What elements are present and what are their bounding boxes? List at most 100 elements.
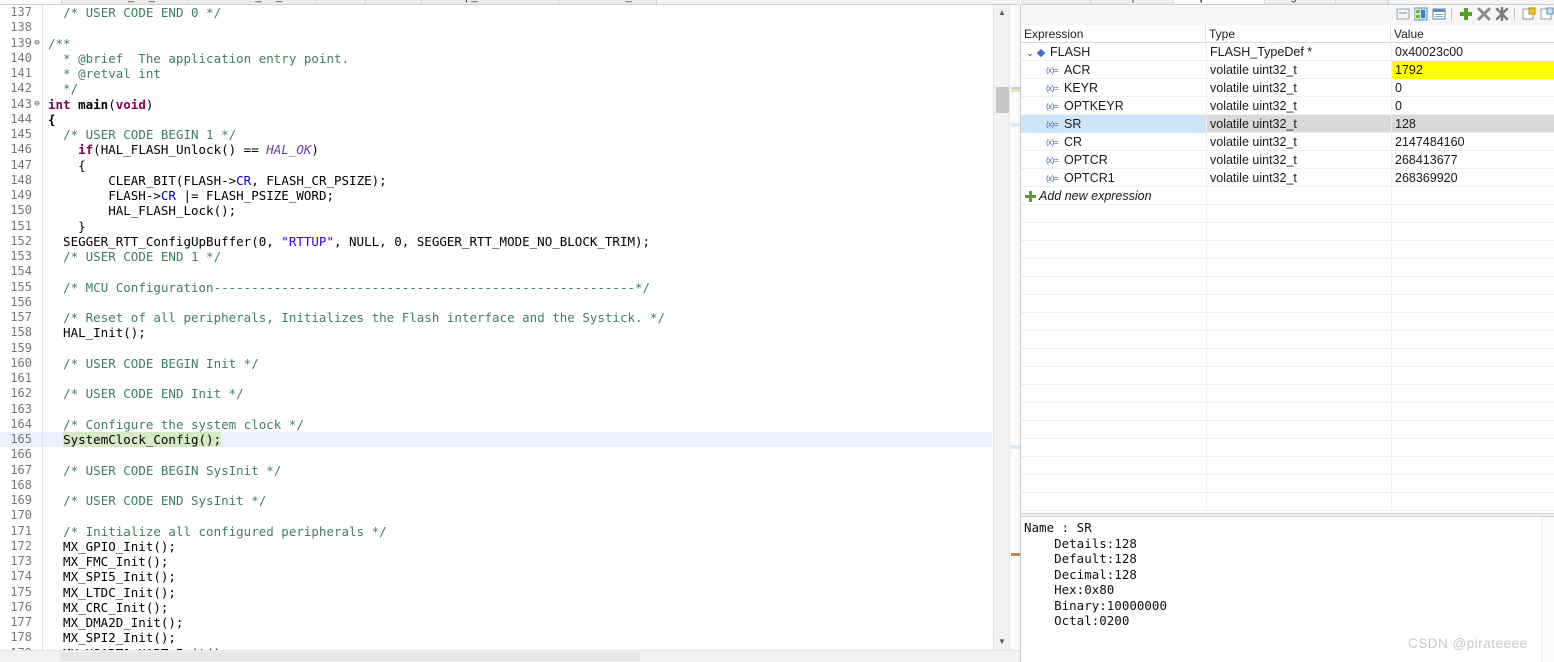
code-line[interactable]: 150 HAL_FLASH_Lock(); [0, 203, 992, 219]
code-line[interactable]: 147 { [0, 157, 992, 173]
expression-value-cell[interactable]: 128 [1391, 115, 1554, 133]
code-line[interactable]: 173 MX_FMC_Init(); [0, 554, 992, 570]
code-line[interactable]: 163 [0, 401, 992, 417]
expression-name-cell[interactable]: (x)= OPTCR1 [1021, 169, 1206, 187]
code-line[interactable]: 168 [0, 477, 992, 493]
code-line[interactable]: 157 /* Reset of all peripherals, Initial… [0, 310, 992, 326]
fold-collapse-icon[interactable]: ⊖ [32, 36, 42, 51]
remove-expression-icon[interactable] [1475, 7, 1491, 23]
scroll-down-arrow-icon[interactable]: ▼ [994, 634, 1010, 650]
expression-row[interactable]: (x)= SR volatile uint32_t 128 [1021, 115, 1554, 133]
empty-value-cell [1391, 403, 1554, 421]
expression-name-cell[interactable]: (x)= KEYR [1021, 79, 1206, 97]
code-lines[interactable]: 137 /* USER CODE END 0 */138 139 ⊖/** 140 *… [0, 5, 992, 650]
expression-row[interactable]: (x)= ACR volatile uint32_t 1792 [1021, 61, 1554, 79]
gutter-separator [42, 340, 48, 356]
add-new-expression-cell[interactable]: Add new expression [1021, 187, 1206, 205]
column-header-expression[interactable]: Expression [1021, 25, 1206, 43]
expressions-table-body[interactable]: ⌄ FLASH FLASH_TypeDef * 0x40023c00 (x)= ACR vo… [1021, 43, 1554, 513]
code-text: /* USER CODE END SysInit */ [48, 493, 266, 508]
editor-overview-ruler[interactable] [1009, 5, 1020, 650]
expression-value-cell[interactable]: 268369920 [1391, 169, 1554, 187]
expression-value-cell[interactable]: 1792 [1391, 61, 1554, 79]
code-line[interactable]: 167 /* USER CODE BEGIN SysInit */ [0, 462, 992, 478]
code-line[interactable]: 174 MX_SPI5_Init(); [0, 569, 992, 585]
expression-name-cell[interactable]: (x)= SR [1021, 115, 1206, 133]
code-line[interactable]: 176 MX_CRC_Init(); [0, 599, 992, 615]
code-line[interactable]: 165 SystemClock_Config(); [0, 432, 992, 448]
code-line[interactable]: 177 MX_DMA2D_Init(); [0, 615, 992, 631]
code-token: /* USER CODE BEGIN SysInit */ [63, 462, 282, 478]
show-type-names-icon[interactable] [1412, 7, 1428, 23]
code-line[interactable]: 151 } [0, 218, 992, 234]
new-watchlist-icon[interactable] [1520, 7, 1536, 23]
expression-value-cell[interactable]: 0 [1391, 97, 1554, 115]
fold-collapse-icon[interactable]: ⊖ [32, 97, 42, 112]
code-line[interactable]: 159 [0, 340, 992, 356]
code-line[interactable]: 152 SEGGER_RTT_ConfigUpBuffer(0, "RTTUP"… [0, 233, 992, 249]
code-line[interactable]: 142 */ [0, 81, 992, 97]
column-header-value[interactable]: Value [1391, 25, 1554, 43]
show-details-pane-icon[interactable] [1430, 7, 1446, 23]
expression-row[interactable]: (x)= KEYR volatile uint32_t 0 [1021, 79, 1554, 97]
add-new-expression-row[interactable]: Add new expression [1021, 187, 1554, 205]
code-line[interactable]: 153 /* USER CODE END 1 */ [0, 249, 992, 265]
code-line[interactable]: 148 CLEAR_BIT(FLASH->CR, FLASH_CR_PSIZE)… [0, 172, 992, 188]
view-menu-icon[interactable] [1538, 7, 1554, 23]
code-editor[interactable]: 137 /* USER CODE END 0 */138 139 ⊖/** 140 *… [0, 5, 992, 650]
code-line[interactable]: 156 [0, 294, 992, 310]
code-line[interactable]: 162 /* USER CODE END Init */ [0, 386, 992, 402]
code-line[interactable]: 154 [0, 264, 992, 280]
code-line[interactable]: 166 [0, 447, 992, 463]
expression-value-cell[interactable]: 2147484160 [1391, 133, 1554, 151]
expression-value-cell[interactable]: 0 [1391, 79, 1554, 97]
editor-vertical-scrollbar[interactable]: ▲ ▼ [993, 5, 1009, 650]
code-line[interactable]: 137 /* USER CODE END 0 */ [0, 5, 992, 21]
expression-row[interactable]: (x)= OPTKEYR volatile uint32_t 0 [1021, 97, 1554, 115]
code-line[interactable]: 175 MX_LTDC_Init(); [0, 584, 992, 600]
editor-hscrollbar-thumb[interactable] [60, 652, 640, 661]
code-line[interactable]: 138 [0, 20, 992, 36]
expression-name-cell[interactable]: (x)= ACR [1021, 61, 1206, 79]
expression-name-cell[interactable]: (x)= OPTCR [1021, 151, 1206, 169]
expression-row[interactable]: (x)= CR volatile uint32_t 2147484160 [1021, 133, 1554, 151]
code-text: /* USER CODE END Init */ [48, 386, 244, 401]
code-line[interactable]: 161 [0, 371, 992, 387]
column-header-type[interactable]: Type [1206, 25, 1391, 43]
code-line[interactable]: 145 /* USER CODE BEGIN 1 */ [0, 127, 992, 143]
expression-row[interactable]: ⌄ FLASH FLASH_TypeDef * 0x40023c00 [1021, 43, 1554, 61]
add-expression-icon[interactable] [1457, 7, 1473, 23]
code-line[interactable]: 155 /* MCU Configuration----------------… [0, 279, 992, 295]
expression-name-cell[interactable]: (x)= CR [1021, 133, 1206, 151]
scroll-up-arrow-icon[interactable]: ▲ [994, 5, 1010, 21]
code-line[interactable]: 139 ⊖ /** [0, 35, 992, 51]
empty-row [1021, 331, 1554, 349]
code-line[interactable]: 146 if(HAL_FLASH_Unlock() == HAL_OK) [0, 142, 992, 158]
code-line[interactable]: 170 [0, 508, 992, 524]
code-line[interactable]: 141 * @retval int [0, 66, 992, 82]
code-line[interactable]: 143 ⊖ int main(void) [0, 96, 992, 112]
expression-value-cell[interactable]: 268413677 [1391, 151, 1554, 169]
expression-name-cell[interactable]: ⌄ FLASH [1021, 43, 1206, 61]
code-line[interactable]: 140 * @brief The application entry point… [0, 50, 992, 66]
expression-row[interactable]: (x)= OPTCR volatile uint32_t 268413677 [1021, 151, 1554, 169]
code-line[interactable]: 149 FLASH->CR |= FLASH_PSIZE_WORD; [0, 188, 992, 204]
code-line[interactable]: 169 /* USER CODE END SysInit */ [0, 493, 992, 509]
expression-name-cell[interactable]: (x)= OPTKEYR [1021, 97, 1206, 115]
code-line[interactable]: 144 { [0, 111, 992, 127]
editor-scrollbar-thumb[interactable] [996, 87, 1009, 113]
code-line[interactable]: 178 MX_SPI2_Init(); [0, 630, 992, 646]
code-line[interactable]: 160 /* USER CODE BEGIN Init */ [0, 355, 992, 371]
collapse-all-icon[interactable] [1394, 7, 1410, 23]
variable-icon: (x)= [1046, 102, 1059, 112]
chevron-down-icon[interactable]: ⌄ [1024, 44, 1036, 61]
expression-value-cell[interactable]: 0x40023c00 [1391, 43, 1554, 61]
remove-all-expressions-icon[interactable] [1493, 6, 1509, 23]
details-pane-scrollbar[interactable] [1541, 517, 1554, 662]
expression-row[interactable]: (x)= OPTCR1 volatile uint32_t 268369920 [1021, 169, 1554, 187]
code-line[interactable]: 171 /* Initialize all configured periphe… [0, 523, 992, 539]
editor-horizontal-scrollbar[interactable] [0, 650, 1020, 662]
code-line[interactable]: 172 MX_GPIO_Init(); [0, 538, 992, 554]
code-line[interactable]: 158 HAL_Init(); [0, 325, 992, 341]
code-line[interactable]: 164 /* Configure the system clock */ [0, 416, 992, 432]
